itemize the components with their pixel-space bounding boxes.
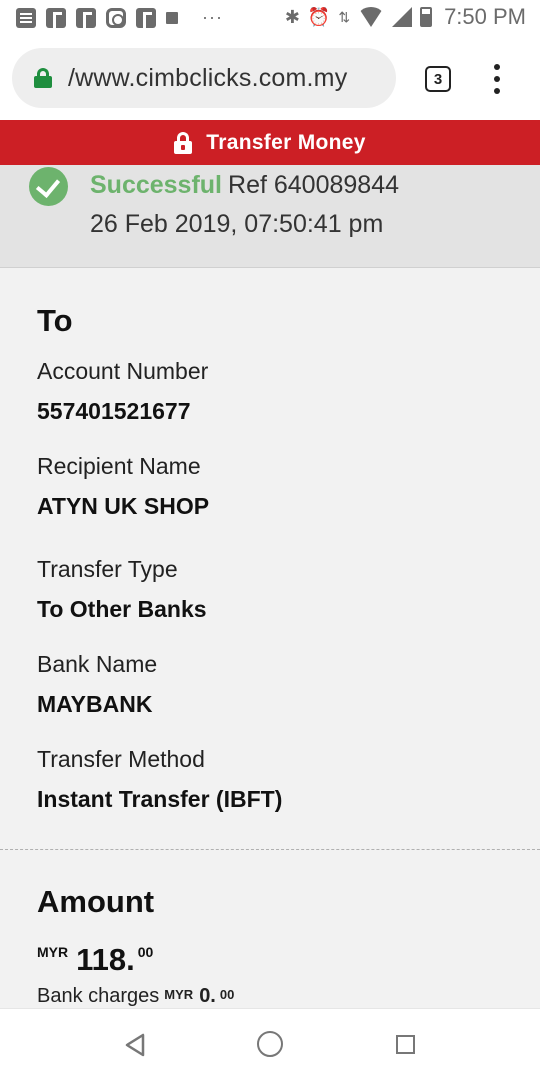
bank-charges-label: Bank charges	[37, 985, 160, 1007]
bank-name-label: Bank Name	[37, 651, 158, 677]
amount-integer: 118.	[76, 942, 135, 977]
charges-decimal: 00	[219, 987, 235, 1002]
battery-icon	[420, 7, 433, 27]
facebook-icon	[136, 7, 156, 29]
amount-currency: MYR	[37, 944, 69, 960]
page-header: Transfer Money	[0, 120, 540, 165]
alarm-icon: ⏰	[307, 6, 331, 27]
reference-number: Ref 640089844	[228, 171, 399, 199]
check-circle-icon	[29, 167, 68, 206]
system-icons: ✱ ⏰ ⇅ 7:50 PM	[285, 4, 526, 30]
message-icon	[16, 7, 36, 28]
transfer-method-label: Transfer Method	[37, 746, 205, 772]
bank-name-value: MAYBANK	[37, 691, 153, 717]
facebook-icon	[46, 7, 66, 29]
notification-icons: ···	[16, 7, 223, 29]
instagram-icon	[106, 7, 126, 28]
bank-charges: Bank charges MYR 0. 00	[37, 985, 234, 1008]
transfer-type-value: To Other Banks	[37, 596, 207, 622]
browser-menu-icon[interactable]	[493, 64, 501, 94]
browser-toolbar: /www.cimbclicks.com.my 3	[0, 36, 540, 120]
transfer-type-label: Transfer Type	[37, 556, 178, 582]
account-number-value: 557401521677	[37, 398, 191, 424]
back-icon[interactable]	[124, 1033, 146, 1057]
transfer-method-value: Instant Transfer (IBFT)	[37, 786, 283, 812]
page-title: Transfer Money	[206, 130, 366, 154]
tab-switcher-button[interactable]: 3	[425, 66, 451, 92]
transaction-datetime: 26 Feb 2019, 07:50:41 pm	[90, 210, 384, 238]
data-arrows-icon: ⇅	[338, 8, 351, 25]
charges-integer: 0.	[199, 985, 216, 1007]
bluetooth-icon: ✱	[284, 6, 300, 27]
recipient-name-label: Recipient Name	[37, 453, 201, 479]
status-bar: ··· ✱ ⏰ ⇅ 7:50 PM	[0, 0, 540, 36]
status-result: Successful	[90, 171, 223, 199]
account-number-label: Account Number	[37, 358, 209, 384]
amount-decimal: 00	[137, 944, 154, 960]
lock-icon	[174, 131, 193, 154]
charges-currency: MYR	[164, 987, 194, 1002]
square-icon	[166, 11, 178, 24]
address-bar[interactable]: /www.cimbclicks.com.my	[12, 48, 396, 108]
home-icon[interactable]	[257, 1031, 283, 1057]
clock: 7:50 PM	[444, 4, 526, 29]
status-line: Successful Ref 640089844	[90, 171, 399, 200]
wifi-icon	[358, 7, 385, 27]
secure-lock-icon[interactable]	[34, 68, 52, 88]
url-text[interactable]: /www.cimbclicks.com.my	[68, 64, 347, 93]
facebook-icon	[76, 7, 96, 29]
android-nav-bar	[0, 1008, 540, 1080]
to-heading: To	[37, 303, 73, 338]
recipient-name-value: ATYN UK SHOP	[37, 493, 210, 519]
amount-value: MYR 118. 00	[37, 938, 153, 975]
recent-apps-icon[interactable]	[396, 1035, 415, 1054]
signal-icon	[392, 7, 413, 27]
amount-heading: Amount	[37, 884, 155, 919]
overflow-dots: ···	[202, 7, 223, 27]
